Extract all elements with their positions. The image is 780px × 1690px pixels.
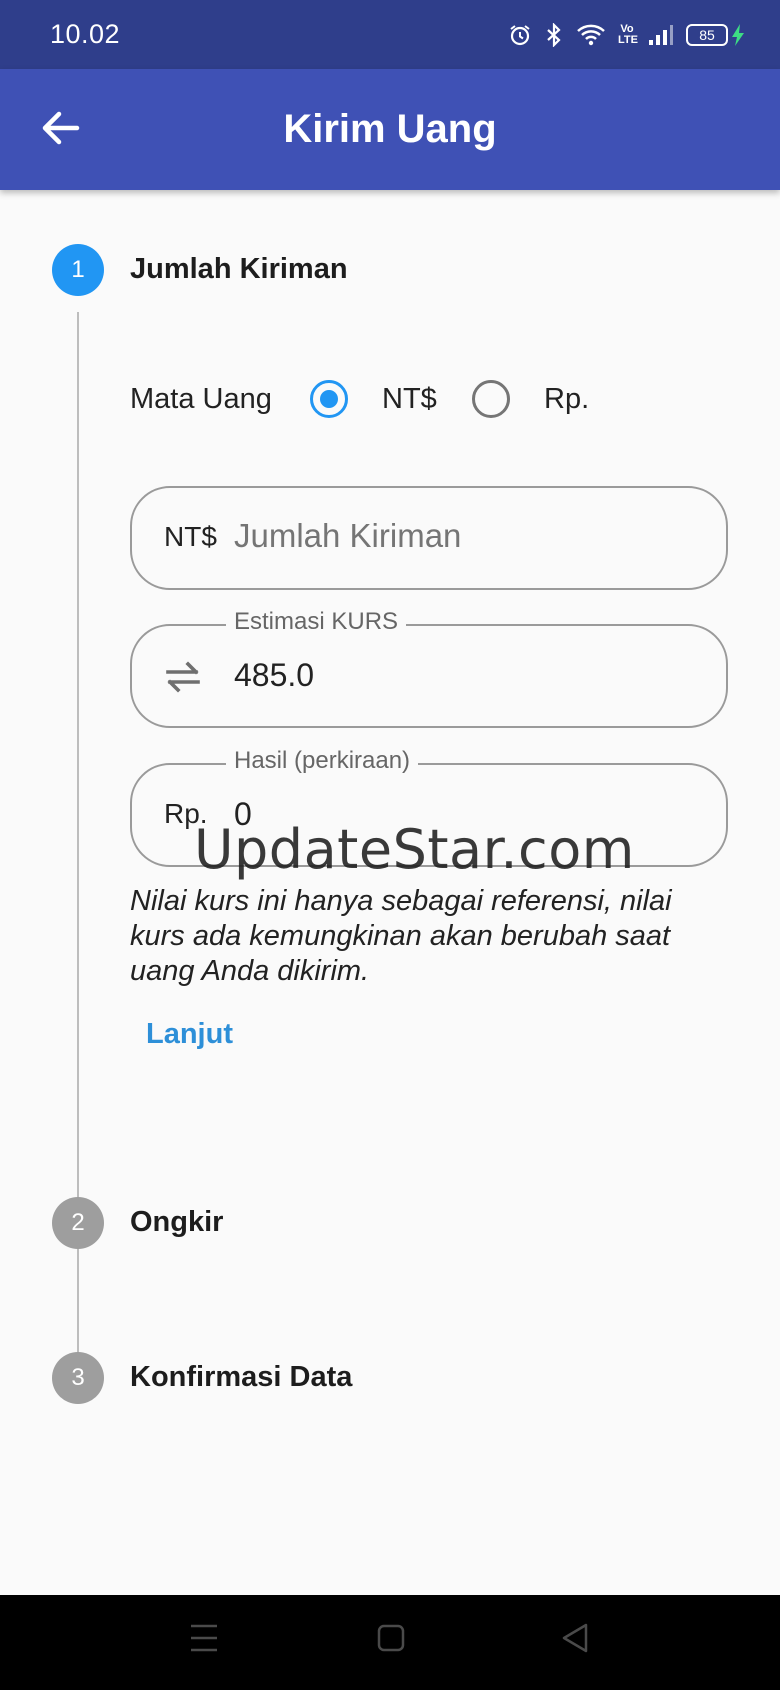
battery-icon: 85 — [686, 23, 746, 47]
stepper: 1 Jumlah Kiriman Mata Uang NT$ Rp. NT$ E… — [0, 190, 780, 1595]
status-bar: 10.02 Vo LTE 85 — [0, 0, 780, 69]
back-nav-icon[interactable] — [560, 1621, 590, 1660]
amount-input[interactable] — [234, 517, 704, 555]
step-3-title[interactable]: Konfirmasi Data — [130, 1361, 352, 1394]
step-2-title[interactable]: Ongkir — [130, 1206, 223, 1239]
radio-ntd[interactable] — [310, 380, 348, 418]
page-title: Kirim Uang — [283, 107, 497, 151]
menu-icon[interactable] — [188, 1621, 220, 1660]
amount-prefix: NT$ — [164, 521, 217, 552]
radio-ntd-label[interactable]: NT$ — [382, 383, 437, 416]
step-connector — [77, 1266, 79, 1334]
volte-icon: Vo LTE — [618, 22, 638, 46]
watermark: UpdateStar.com — [194, 818, 635, 881]
status-time: 10.02 — [50, 19, 121, 49]
alarm-icon — [508, 23, 532, 47]
status-icons: Vo LTE 85 — [508, 22, 746, 47]
result-legend: Hasil (perkiraan) — [226, 747, 419, 775]
radio-rp-label[interactable]: Rp. — [544, 383, 589, 416]
rate-legend: Estimasi KURS — [226, 608, 407, 636]
step-1-indicator: 1 — [52, 244, 104, 296]
home-icon[interactable] — [376, 1621, 406, 1660]
next-button[interactable]: Lanjut — [134, 1012, 245, 1057]
rate-value: 485.0 — [234, 657, 315, 693]
step-3-indicator: 3 — [52, 1352, 104, 1404]
app-bar: Kirim Uang — [0, 69, 780, 190]
amount-field[interactable]: NT$ — [130, 486, 728, 590]
step-1-title[interactable]: Jumlah Kiriman — [130, 253, 348, 286]
swap-icon — [162, 656, 204, 703]
radio-rp[interactable] — [472, 380, 510, 418]
step-2-indicator: 2 — [52, 1197, 104, 1249]
battery-level: 85 — [686, 23, 728, 46]
wifi-icon — [576, 23, 606, 47]
rate-field: Estimasi KURS 485.0 — [130, 608, 728, 728]
signal-icon — [648, 24, 674, 46]
bluetooth-icon — [544, 22, 564, 47]
rate-disclaimer: Nilai kurs ini hanya sebagai referensi, … — [130, 885, 672, 987]
currency-label: Mata Uang — [130, 383, 272, 415]
system-nav-bar — [0, 1595, 780, 1690]
